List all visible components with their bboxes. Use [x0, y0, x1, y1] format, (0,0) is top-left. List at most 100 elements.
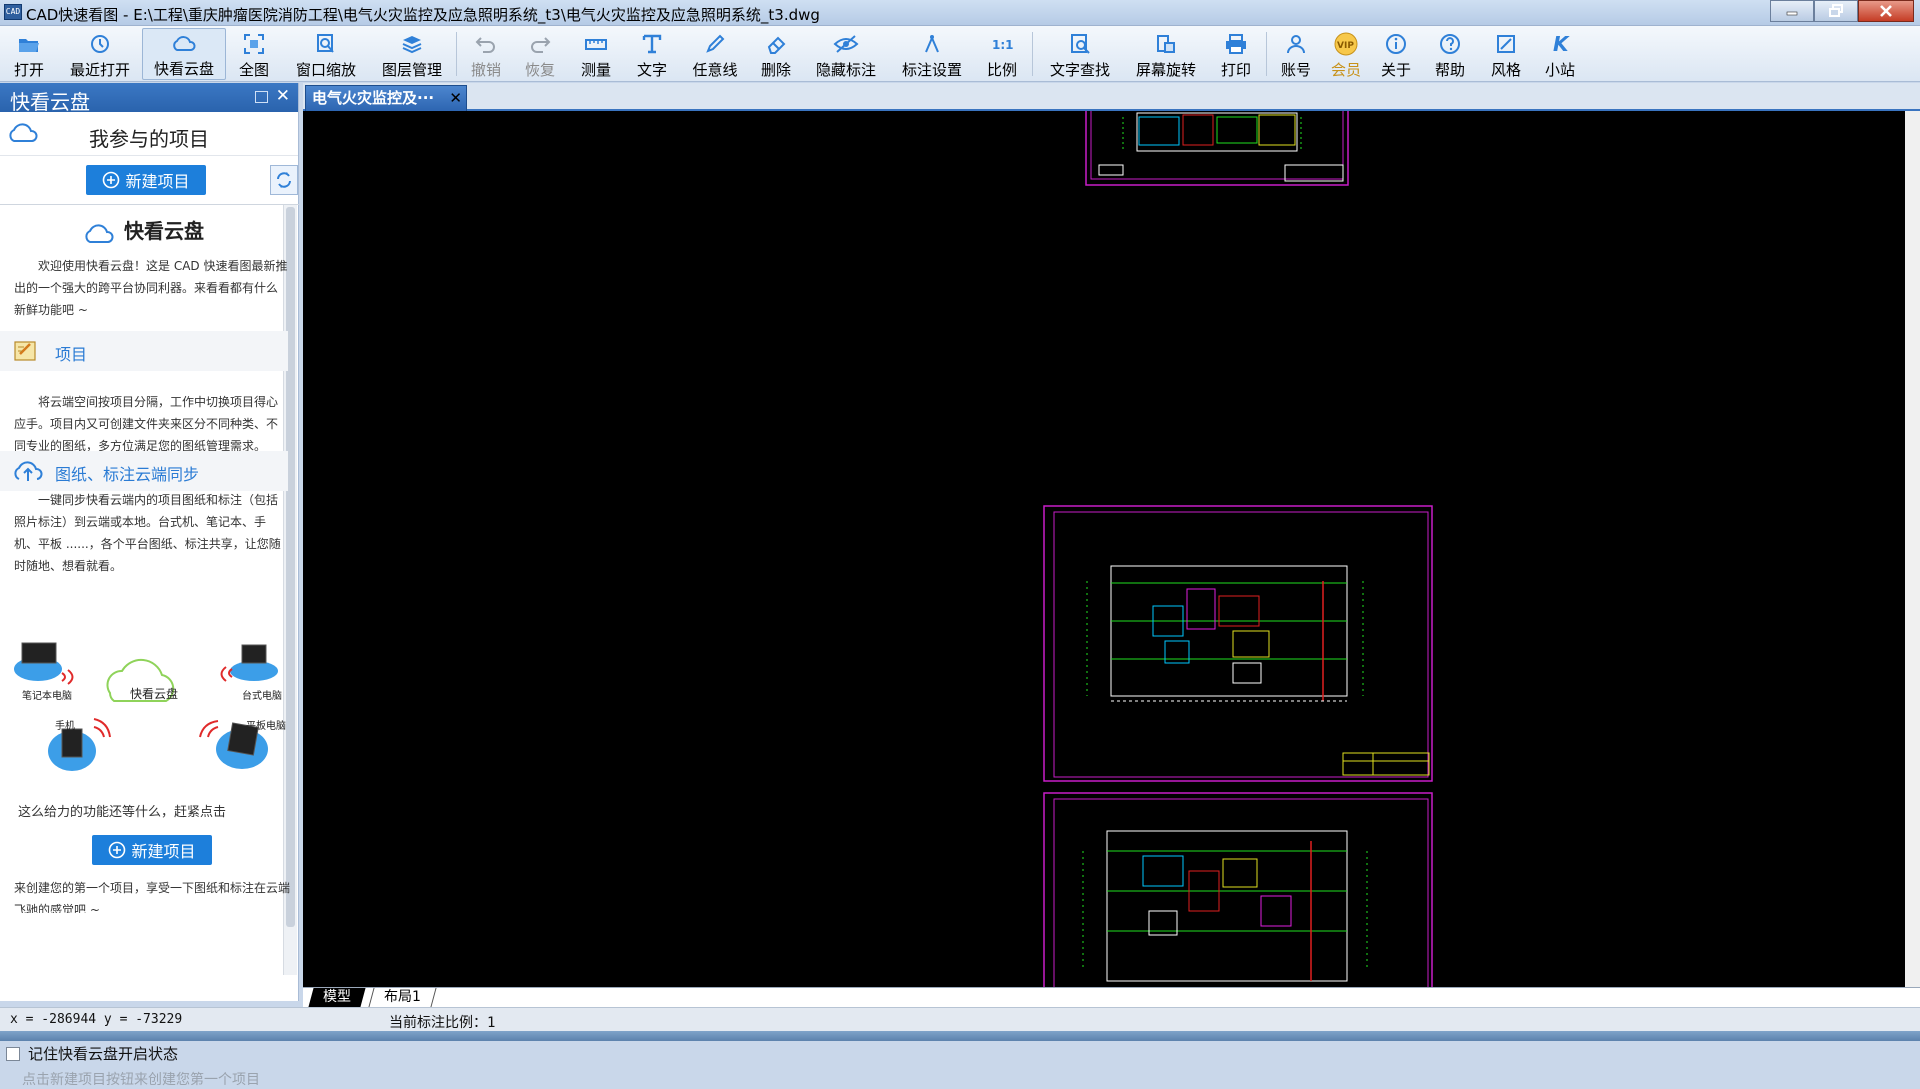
float-icon[interactable] — [255, 91, 268, 103]
drawing-canvas[interactable] — [303, 111, 1915, 987]
footer-text: 来创建您的第一个项目，享受一下图纸和标注在云端飞驰的感觉吧 ~ — [14, 881, 290, 913]
kk-cloud-heading: 快看云盘 — [0, 215, 286, 245]
delete-button[interactable]: 删除 — [758, 28, 794, 80]
tab-model-label: 模型 — [323, 989, 351, 1005]
cursor-coordinates: x = -286944 y = -73229 — [10, 1012, 183, 1027]
status-bar: x = -286944 y = -73229 当前标注比例：1 — [0, 1007, 1920, 1031]
annotation-settings-button[interactable]: 标注设置 — [898, 28, 966, 80]
cloud-upload-icon — [14, 461, 43, 481]
restore-button[interactable] — [1814, 0, 1858, 22]
scale-icon: 1:1 — [992, 38, 1014, 52]
fit-label: 全图 — [238, 61, 269, 79]
about-button[interactable]: 关于 — [1378, 28, 1414, 80]
find-text-button[interactable]: 文字查找 — [1046, 28, 1114, 80]
undo-button[interactable]: 撤销 — [468, 28, 504, 80]
remember-state-checkbox[interactable]: 记住快看云盘开启状态 — [6, 1043, 178, 1064]
print-button[interactable]: 打印 — [1218, 28, 1254, 80]
laptop-caption: 笔记本电脑 — [22, 691, 72, 702]
open-label: 打开 — [13, 61, 44, 79]
sync-illustration: 笔记本电脑 台式电脑 快看云盘 手机 平板电脑 — [10, 633, 290, 803]
minimize-icon — [1786, 11, 1798, 16]
delete-label: 删除 — [760, 61, 791, 79]
toolbar-separator — [456, 32, 457, 76]
annotation-settings-label: 标注设置 — [901, 61, 962, 79]
layout-tabs: 模型 布局1 — [303, 987, 1920, 1007]
redo-label: 恢复 — [524, 61, 555, 79]
redo-icon — [531, 37, 551, 53]
account-button[interactable]: 账号 — [1278, 28, 1314, 80]
plus-circle-icon — [103, 171, 120, 189]
text-label: 文字 — [636, 61, 667, 79]
layers-button[interactable]: 图层管理 — [378, 28, 446, 80]
site-button[interactable]: K 小站 — [1542, 28, 1578, 80]
new-project-button-secondary[interactable]: 新建项目 — [92, 835, 212, 865]
help-button[interactable]: 帮助 — [1432, 28, 1468, 80]
measure-label: 测量 — [580, 61, 611, 79]
style-button[interactable]: 风格 — [1488, 28, 1524, 80]
history-icon — [91, 35, 109, 53]
compass-icon — [925, 35, 939, 53]
tab-layout1[interactable]: 布局1 — [368, 988, 437, 1007]
cloud-label: 快看云盘 — [153, 60, 214, 78]
new-project-button[interactable]: 新建项目 — [86, 165, 206, 195]
zoom-window-button[interactable]: 窗口缩放 — [292, 28, 360, 80]
drawing-sheet-top — [1085, 111, 1349, 186]
site-label: 小站 — [1544, 61, 1575, 79]
main-toolbar: 打开 最近打开 快看云盘 全图 窗口缩放 图层管理 撤销 恢复 测量 文字 任意… — [0, 26, 1920, 82]
measure-button[interactable]: 测量 — [578, 28, 614, 80]
style-icon — [1497, 35, 1515, 53]
sync-button[interactable] — [270, 165, 298, 195]
open-button[interactable]: 打开 — [10, 28, 48, 80]
sidebar-header: 快看云盘 ✕ — [0, 83, 298, 114]
os-taskbar — [0, 1031, 1920, 1041]
window-title: CAD快速看图 - E:\工程\重庆肿瘤医院消防工程\电气火灾监控及应急照明系统… — [26, 6, 820, 24]
section-sync-title: 图纸、标注云端同步 — [55, 465, 200, 484]
hide-annotations-button[interactable]: 隐藏标注 — [812, 28, 880, 80]
desktop-caption: 台式电脑 — [242, 691, 282, 702]
document-tab[interactable]: 电气火灾监控及··· ✕ — [305, 85, 467, 111]
find-text-label: 文字查找 — [1049, 61, 1110, 79]
new-project-label: 新建项目 — [125, 172, 190, 191]
phone-caption: 手机 — [55, 721, 75, 732]
style-label: 风格 — [1490, 61, 1521, 79]
undo-icon — [475, 37, 495, 53]
sidebar-title: 快看云盘 — [10, 90, 90, 114]
vip-label: 会员 — [1330, 61, 1361, 79]
plus-circle-icon — [109, 841, 126, 859]
cloud-button[interactable]: 快看云盘 — [142, 28, 226, 80]
tab-model[interactable]: 模型 — [308, 988, 366, 1007]
rotate-screen-button[interactable]: 屏幕旋转 — [1132, 28, 1200, 80]
scale-button[interactable]: 1:1 比例 — [984, 28, 1020, 80]
freeline-button[interactable]: 任意线 — [690, 28, 740, 80]
help-label: 帮助 — [1434, 61, 1465, 79]
redo-button[interactable]: 恢复 — [522, 28, 558, 80]
layers-icon — [402, 36, 422, 54]
vip-button[interactable]: VIP 会员 — [1328, 28, 1364, 80]
text-button[interactable]: 文字 — [634, 28, 670, 80]
fit-button[interactable]: 全图 — [236, 28, 272, 80]
new-project-label: 新建项目 — [131, 842, 196, 861]
my-projects-header: 我参与的项目 — [0, 112, 298, 156]
cloud-sidebar: 快看云盘 ✕ 我参与的项目 新建项目 快看云盘 欢迎使用快看云盘！这是 CAD … — [0, 83, 299, 1088]
text-icon — [642, 34, 662, 54]
section-sync-text: 一键同步快看云端内的项目图纸和标注（包括照片标注）到云端或本地。台式机、笔记本、… — [14, 493, 281, 573]
sync-icon — [277, 172, 291, 188]
checkbox-box[interactable] — [6, 1046, 20, 1061]
title-bar: CAD CAD快速看图 - E:\工程\重庆肿瘤医院消防工程\电气火灾监控及应急… — [0, 0, 1920, 26]
cloud-intro-panel: 快看云盘 欢迎使用快看云盘！这是 CAD 快速看图最新推出的一个强大的跨平台协同… — [0, 204, 299, 988]
canvas-scrollbar[interactable] — [1905, 111, 1920, 987]
close-button[interactable] — [1858, 0, 1914, 22]
minimize-button[interactable] — [1770, 0, 1814, 22]
cloud-outline-icon — [85, 223, 114, 243]
print-label: 打印 — [1220, 61, 1251, 79]
recent-button[interactable]: 最近打开 — [66, 28, 134, 80]
fit-extents-icon — [244, 34, 264, 54]
zoom-window-icon — [317, 34, 334, 53]
about-label: 关于 — [1380, 61, 1411, 79]
sidebar-close-button[interactable]: ✕ — [276, 86, 290, 106]
toolbar-separator — [1032, 32, 1033, 76]
undo-label: 撤销 — [470, 61, 501, 79]
document-tab-close[interactable]: ✕ — [449, 86, 462, 110]
drawing-sheet-middle — [1043, 505, 1433, 782]
vip-badge-icon: VIP — [1334, 32, 1358, 56]
